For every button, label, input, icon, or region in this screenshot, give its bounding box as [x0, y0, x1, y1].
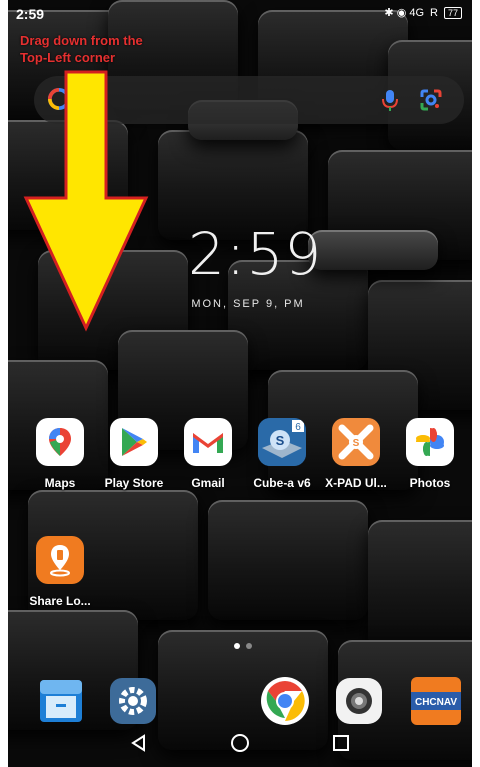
back-icon	[130, 734, 145, 752]
status-indicators: ✱ ◉ 4G R 77	[384, 6, 462, 19]
page-dot-active	[234, 643, 240, 649]
instruction-annotation: Drag down from the Top-Left corner	[20, 32, 143, 66]
app-label: Cube-a v6	[253, 476, 311, 490]
app-cube-a[interactable]: S 6 Cube-a v6	[243, 418, 321, 490]
lens-icon[interactable]	[420, 89, 442, 111]
recents-icon	[333, 735, 350, 751]
app-maps[interactable]: Maps	[21, 418, 99, 490]
mic-icon[interactable]	[380, 88, 400, 112]
back-button[interactable]	[121, 725, 157, 761]
cube-a-icon: S 6	[258, 418, 306, 466]
app-label: Gmail	[191, 476, 225, 490]
svg-text:S: S	[276, 433, 285, 448]
app-gmail[interactable]: Gmail	[169, 418, 247, 490]
navigation-bar	[8, 719, 472, 767]
xpad-icon: S	[332, 418, 380, 466]
page-indicator	[234, 643, 252, 649]
network-indicators: ✱ ◉ 4G	[384, 7, 425, 19]
photos-icon	[406, 418, 454, 466]
gmail-icon	[184, 418, 232, 466]
maps-icon	[36, 418, 84, 466]
svg-text:S: S	[353, 438, 360, 449]
status-time: 2:59	[16, 6, 45, 22]
recents-button[interactable]	[323, 725, 359, 761]
play-store-icon	[110, 418, 158, 466]
annotation-line-1: Drag down from the	[20, 33, 143, 48]
down-arrow-icon	[23, 70, 149, 332]
carrier-label: R	[430, 6, 438, 19]
app-label: Maps	[44, 476, 76, 490]
app-share-location[interactable]: Share Lo...	[21, 536, 99, 608]
status-bar: 2:59 ✱ ◉ 4G R 77	[8, 0, 472, 26]
app-label: X-PAD Ul...	[325, 476, 387, 490]
app-photos[interactable]: Photos	[391, 418, 469, 490]
page-dot	[246, 643, 252, 649]
clock-widget-date[interactable]: MON, SEP 9, PM	[158, 298, 338, 310]
app-label: Share Lo...	[29, 594, 91, 608]
home-button[interactable]	[222, 725, 258, 761]
svg-text:6: 6	[295, 422, 301, 433]
home-icon	[230, 734, 249, 752]
home-screen: 2:59 ✱ ◉ 4G R 77 Drag down from the Top-…	[8, 0, 472, 767]
app-label: Play Store	[104, 476, 164, 490]
app-label: Photos	[409, 476, 451, 490]
share-location-icon	[36, 536, 84, 584]
clock-widget-time[interactable]: 2:59	[188, 220, 321, 288]
app-play-store[interactable]: Play Store	[95, 418, 173, 490]
chcnav-logo-text: CHCNAV	[415, 697, 457, 708]
app-xpad[interactable]: S X-PAD Ul...	[317, 418, 395, 490]
annotation-line-2: Top-Left corner	[20, 50, 116, 65]
battery-icon: 77	[443, 6, 462, 19]
